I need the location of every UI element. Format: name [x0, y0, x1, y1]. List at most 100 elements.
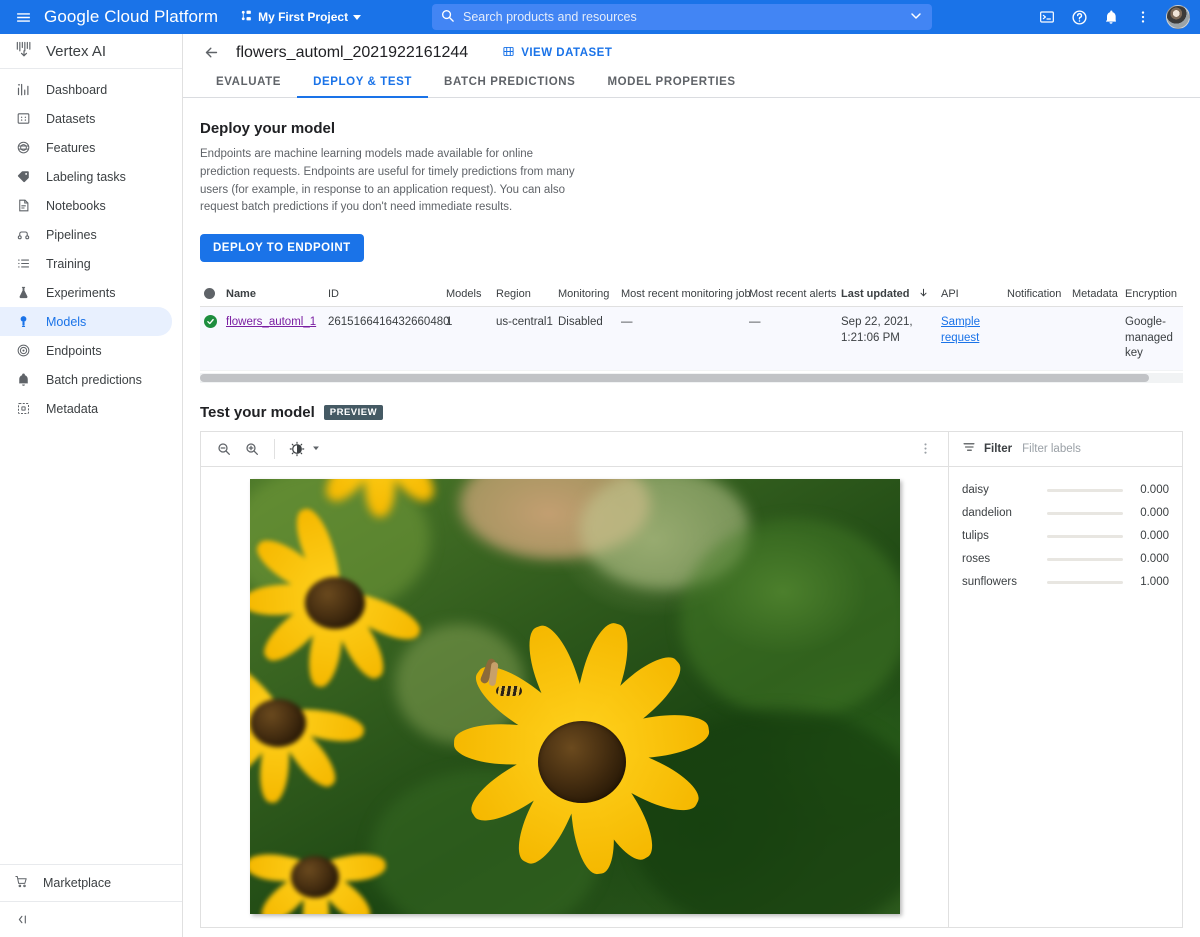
sidebar-item-experiments[interactable]: Experiments	[0, 278, 172, 307]
vertex-ai-icon	[14, 40, 34, 63]
sidebar-item-datasets[interactable]: Datasets	[0, 104, 172, 133]
sidebar-item-endpoints[interactable]: Endpoints	[0, 336, 172, 365]
tab-model-properties[interactable]: MODEL PROPERTIES	[591, 76, 751, 97]
cell-last-updated: Sep 22, 2021, 1:21:06 PM	[841, 306, 941, 371]
sidebar-item-batch-predictions[interactable]: Batch predictions	[0, 365, 172, 394]
prediction-score: 1.000	[1140, 576, 1169, 589]
sidebar: Vertex AI Dashboard Datasets Features La…	[0, 34, 183, 937]
bell-icon[interactable]	[1096, 2, 1126, 32]
brand-title[interactable]: Google Cloud Platform	[44, 7, 218, 27]
cell-monitoring: Disabled	[558, 306, 621, 371]
test-heading: Test your model	[200, 403, 315, 421]
sidebar-item-metadata[interactable]: Metadata	[0, 394, 172, 423]
search-input[interactable]	[455, 10, 908, 24]
col-api[interactable]: API	[941, 281, 1007, 308]
brightness-contrast-control[interactable]	[284, 436, 321, 462]
account-avatar[interactable]	[1166, 5, 1190, 29]
viewer-canvas[interactable]	[201, 466, 948, 927]
search-icon	[440, 8, 455, 26]
table-header-row: Name ID Models Region Monitoring Most re…	[200, 281, 1183, 308]
prediction-score: 0.000	[1140, 553, 1169, 566]
batch-predictions-icon	[14, 371, 32, 389]
sidebar-item-models[interactable]: Models	[0, 307, 172, 336]
horizontal-scrollbar[interactable]	[200, 372, 1183, 383]
table-row[interactable]: flowers_automl_1 2615166416432660480 1 u…	[200, 306, 1183, 371]
sidebar-item-dashboard[interactable]: Dashboard	[0, 75, 172, 104]
page-title: flowers_automl_2021922161244	[236, 43, 469, 61]
endpoints-table: Name ID Models Region Monitoring Most re…	[200, 281, 1183, 383]
check-circle-icon	[204, 315, 217, 329]
cell-encryption: Google-managed key	[1125, 306, 1183, 371]
metadata-icon	[14, 400, 32, 418]
col-monitoring[interactable]: Monitoring	[558, 281, 621, 308]
prediction-bar	[1047, 511, 1123, 515]
cell-name[interactable]: flowers_automl_1	[226, 306, 328, 371]
chevron-down-icon[interactable]	[311, 441, 321, 456]
test-image-sunflowers[interactable]	[249, 479, 900, 915]
product-header: Vertex AI	[0, 37, 182, 69]
prediction-label: tulips	[962, 530, 989, 543]
more-vert-icon[interactable]	[912, 436, 938, 462]
cloud-shell-icon[interactable]	[1032, 2, 1062, 32]
zoom-in-icon[interactable]	[239, 436, 265, 462]
col-region[interactable]: Region	[496, 281, 558, 308]
row-status[interactable]	[200, 306, 226, 371]
arrow-back-icon[interactable]	[200, 42, 222, 64]
select-all-dot-icon[interactable]	[200, 281, 226, 308]
deploy-heading: Deploy your model	[200, 120, 336, 137]
test-model-header: Test your model PREVIEW	[200, 404, 1183, 421]
marketplace-icon	[14, 874, 29, 892]
more-vert-icon[interactable]	[1128, 2, 1158, 32]
prediction-score: 0.000	[1140, 484, 1169, 497]
collapse-panel-icon[interactable]	[0, 901, 182, 937]
col-id[interactable]: ID	[328, 281, 446, 308]
project-selector[interactable]: My First Project	[234, 6, 367, 28]
sidebar-item-notebooks[interactable]: Notebooks	[0, 191, 172, 220]
view-dataset-button[interactable]: VIEW DATASET	[496, 41, 618, 65]
cell-api[interactable]: Sample request	[941, 306, 1007, 371]
sidebar-item-labeling-tasks[interactable]: Labeling tasks	[0, 162, 172, 191]
tab-evaluate[interactable]: EVALUATE	[200, 76, 297, 97]
filter-icon[interactable]	[962, 440, 976, 457]
preview-badge: PREVIEW	[323, 404, 384, 420]
prediction-row: tulips 0.000	[962, 525, 1169, 548]
tab-deploy-and-test[interactable]: DEPLOY & TEST	[297, 76, 429, 98]
viewer-toolbar	[201, 432, 948, 467]
prediction-row: daisy 0.000	[962, 479, 1169, 502]
sidebar-item-training[interactable]: Training	[0, 249, 172, 278]
chevron-down-icon[interactable]	[908, 8, 924, 27]
cell-most-recent-alerts: —	[749, 306, 841, 371]
col-most-recent-alerts[interactable]: Most recent alerts	[749, 281, 841, 308]
prediction-label: sunflowers	[962, 576, 1017, 589]
col-last-updated[interactable]: Last updated	[841, 281, 941, 308]
col-most-recent-monitoring-job[interactable]: Most recent monitoring job	[621, 281, 751, 308]
sidebar-item-features[interactable]: Features	[0, 133, 172, 162]
filter-row[interactable]: Filter	[949, 432, 1182, 467]
sidebar-item-marketplace[interactable]: Marketplace	[0, 864, 182, 901]
page-content: Deploy your model Endpoints are machine …	[183, 98, 1200, 937]
chevron-down-icon	[353, 14, 362, 20]
deploy-to-endpoint-button[interactable]: DEPLOY TO ENDPOINT	[200, 234, 364, 263]
help-icon[interactable]	[1064, 2, 1094, 32]
cell-id: 2615166416432660480	[328, 306, 450, 371]
sidebar-item-label: Training	[46, 256, 91, 271]
zoom-out-icon[interactable]	[211, 436, 237, 462]
col-encryption[interactable]: Encryption	[1125, 281, 1183, 308]
col-models[interactable]: Models	[446, 281, 496, 308]
col-notification[interactable]: Notification	[1007, 281, 1072, 308]
scrollbar-thumb[interactable]	[200, 373, 1149, 382]
sidebar-item-pipelines[interactable]: Pipelines	[0, 220, 172, 249]
global-search[interactable]	[432, 4, 932, 30]
brightness-contrast-icon[interactable]	[284, 436, 310, 462]
hamburger-menu-icon[interactable]	[8, 2, 38, 32]
prediction-bar	[1047, 557, 1123, 561]
col-name[interactable]: Name	[226, 281, 328, 308]
col-metadata[interactable]: Metadata	[1072, 281, 1125, 308]
training-icon	[14, 255, 32, 273]
prediction-label: dandelion	[962, 507, 1012, 520]
sidebar-item-label: Experiments	[46, 285, 116, 300]
tab-batch-predictions[interactable]: BATCH PREDICTIONS	[428, 76, 591, 97]
filter-labels-input[interactable]	[1020, 441, 1179, 456]
prediction-row: dandelion 0.000	[962, 502, 1169, 525]
models-icon	[14, 313, 32, 331]
